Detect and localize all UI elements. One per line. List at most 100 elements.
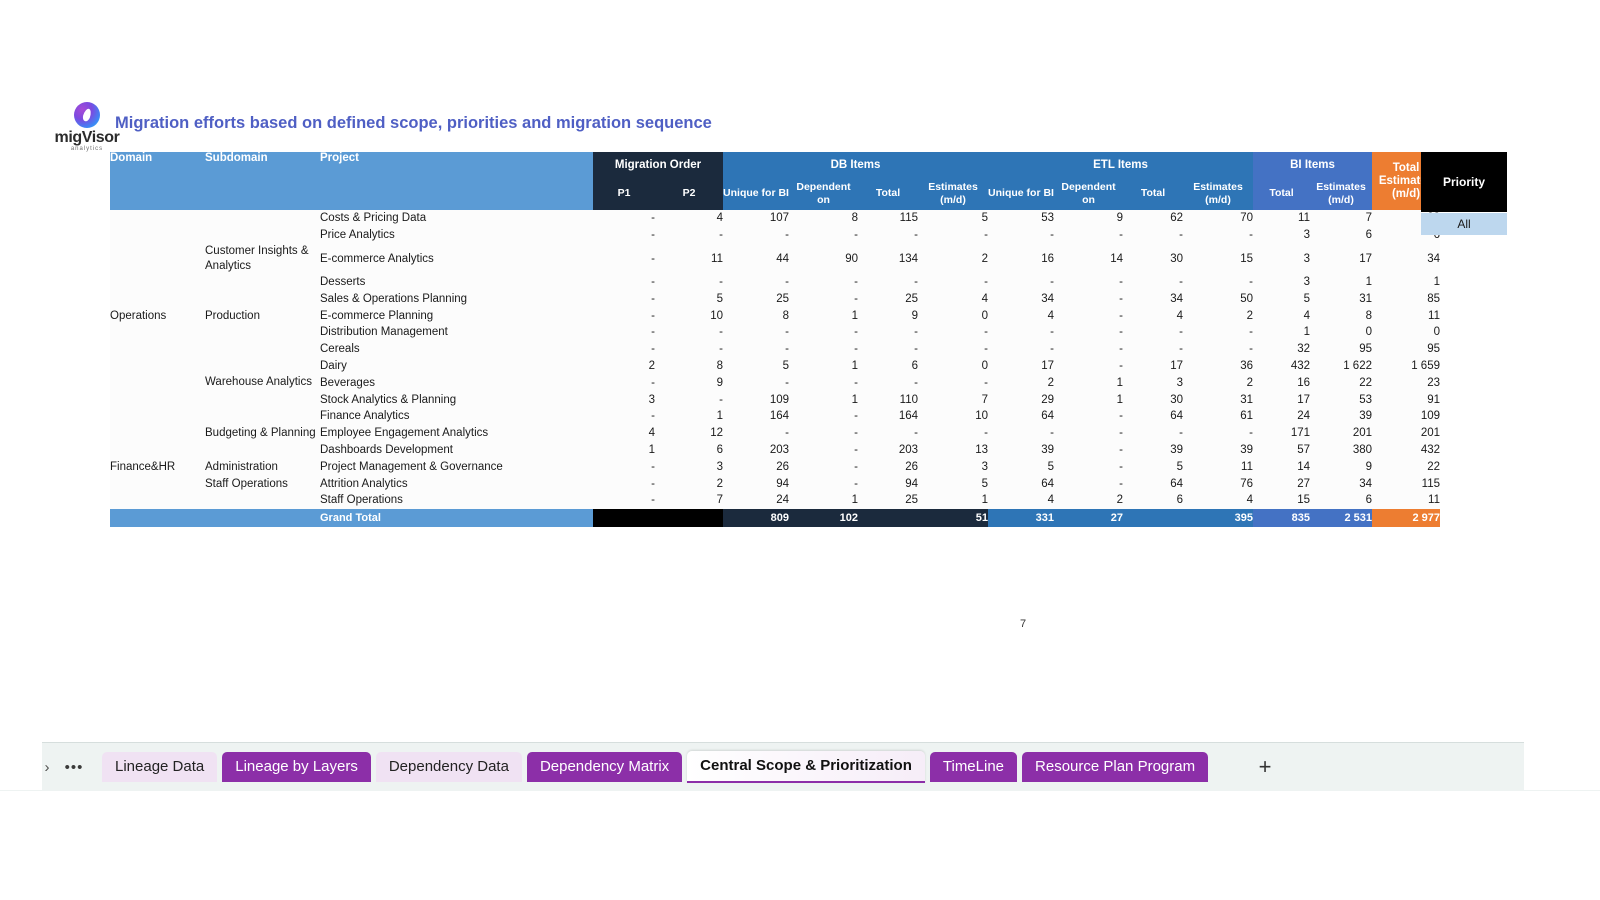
- cell-bi-est: 9: [1310, 458, 1372, 476]
- subheader-bi-total: Total: [1253, 177, 1310, 210]
- cell-p1: 3: [593, 391, 655, 408]
- sheet-tab-dependency-matrix[interactable]: Dependency Matrix: [526, 752, 683, 782]
- cell-p1: -: [593, 374, 655, 392]
- cell-bi-total: 11: [1253, 210, 1310, 227]
- cell-bi-total: 4: [1253, 307, 1310, 324]
- cell-etl-est: 70: [1183, 210, 1253, 227]
- cell-bi-total: 16: [1253, 374, 1310, 392]
- table-row: Dairy 2 8 5 1 6 0 17-17 36 432 1 622 1 659: [110, 357, 1440, 375]
- cell-total-est: 95: [1372, 340, 1440, 358]
- cell-etl-est: 50: [1183, 290, 1253, 308]
- cell-db-unique: -: [723, 424, 789, 442]
- cell-etl-unique: 64: [988, 407, 1054, 425]
- cell-total-est: 201: [1372, 424, 1440, 442]
- header-domain[interactable]: Domain: [110, 152, 205, 210]
- cell-etl-total: -: [1123, 226, 1183, 244]
- cell-etl-unique: 29: [988, 391, 1054, 408]
- table-row: Staff Operations Attrition Analytics -2 94-…: [110, 475, 1440, 492]
- grand-total-db-unique: 809: [723, 508, 789, 527]
- cell-project: Dashboards Development: [320, 441, 593, 459]
- header-subdomain[interactable]: Subdomain: [205, 152, 320, 210]
- cell-domain: [110, 340, 205, 358]
- cell-total-est: 22: [1372, 458, 1440, 476]
- grand-total-bi-total: 835: [1253, 508, 1310, 527]
- cell-db-unique: -: [723, 374, 789, 392]
- cell-bi-total: 17: [1253, 391, 1310, 408]
- cell-bi-total: 57: [1253, 441, 1310, 459]
- cell-domain: [110, 226, 205, 244]
- cell-etl-dep: 2: [1054, 491, 1123, 509]
- cell-domain: [110, 374, 205, 392]
- cell-etl-est: -: [1183, 323, 1253, 341]
- cell-subdomain: [205, 407, 320, 425]
- sheet-tab-lineage-data[interactable]: Lineage Data: [102, 752, 218, 782]
- cell-p1: -: [593, 491, 655, 509]
- sheet-tab-dependency-data[interactable]: Dependency Data: [375, 752, 522, 782]
- cell-subdomain: [205, 357, 320, 375]
- ellipsis-icon[interactable]: •••: [60, 754, 88, 780]
- add-sheet-button[interactable]: +: [1243, 752, 1287, 782]
- cell-db-unique: 109: [723, 391, 789, 408]
- cell-db-total: 6: [858, 357, 918, 375]
- grand-total-etl-unique: 331: [988, 508, 1054, 527]
- priority-slicer-title: Priority: [1421, 152, 1507, 212]
- cell-db-total: 164: [858, 407, 918, 425]
- cell-project: Staff Operations: [320, 491, 593, 509]
- group-header-db-items: DB Items: [723, 152, 988, 177]
- slide-number: 7: [1020, 618, 1027, 630]
- sheet-tab-central-scope-prioritization[interactable]: Central Scope & Prioritization: [687, 751, 925, 783]
- cell-db-dep: -: [789, 290, 858, 308]
- cell-subdomain: [205, 340, 320, 358]
- cell-subdomain: Warehouse Analytics: [205, 374, 320, 392]
- cell-p2: 7: [655, 491, 723, 509]
- cell-project: Desserts: [320, 273, 593, 291]
- table-row: Finance Analytics -1 164-164 10 64-64 61 24 39 1…: [110, 407, 1440, 425]
- cell-db-est: 0: [918, 307, 988, 324]
- cell-subdomain: Staff Operations: [205, 475, 320, 492]
- sheet-tab-timeline[interactable]: TimeLine: [929, 752, 1018, 782]
- cell-etl-unique: 64: [988, 475, 1054, 492]
- cell-etl-est: 36: [1183, 357, 1253, 375]
- priority-slicer-item-all[interactable]: All: [1421, 213, 1507, 235]
- cell-bi-total: 32: [1253, 340, 1310, 358]
- cell-db-est: 7: [918, 391, 988, 408]
- table-row: Dashboards Development 1 6 203-203 13 39-39 39…: [110, 441, 1440, 459]
- cell-db-dep: 8: [789, 210, 858, 227]
- subheader-db-estimates: Estimates (m/d): [918, 177, 988, 210]
- cell-bi-est: 6: [1310, 491, 1372, 509]
- cell-etl-dep: -: [1054, 226, 1123, 244]
- cell-etl-est: -: [1183, 226, 1253, 244]
- header-project[interactable]: Project: [320, 152, 593, 210]
- grand-total-label: Grand Total: [320, 508, 593, 527]
- cell-bi-est: 380: [1310, 441, 1372, 459]
- cell-project: Dairy: [320, 357, 593, 375]
- cell-total-est: 109: [1372, 407, 1440, 425]
- cell-domain: [110, 290, 205, 308]
- cell-etl-total: 62: [1123, 210, 1183, 227]
- cell-p2: 1: [655, 407, 723, 425]
- sheet-tab-lineage-by-layers[interactable]: Lineage by Layers: [222, 752, 371, 782]
- subheader-p1: P1: [593, 177, 655, 210]
- cell-db-total: 115: [858, 210, 918, 227]
- cell-db-dep: -: [789, 475, 858, 492]
- cell-db-unique: 164: [723, 407, 789, 425]
- cell-etl-dep: -: [1054, 273, 1123, 291]
- cell-p2: 3: [655, 458, 723, 476]
- cell-total-est: 23: [1372, 374, 1440, 392]
- cell-subdomain: [205, 210, 320, 227]
- cell-bi-est: 1 622: [1310, 357, 1372, 375]
- table-row: Operations Production E-commerce Planning -…: [110, 307, 1440, 324]
- cell-db-est: 3: [918, 458, 988, 476]
- table-row: Warehouse Analytics Beverages -9- - - -2 1 3 2 16…: [110, 374, 1440, 392]
- cell-db-total: -: [858, 273, 918, 291]
- priority-slicer: Priority All: [1421, 152, 1507, 235]
- cell-project: E-commerce Analytics: [320, 243, 593, 274]
- cell-db-est: -: [918, 374, 988, 392]
- cell-etl-dep: -: [1054, 458, 1123, 476]
- sheet-tab-bar: ‹ › ••• Lineage DataLineage by LayersDep…: [0, 742, 1600, 791]
- cell-domain: [110, 441, 205, 459]
- cell-db-total: -: [858, 226, 918, 244]
- cell-db-dep: 1: [789, 391, 858, 408]
- subheader-db-unique-for-bi: Unique for BI: [723, 177, 789, 210]
- sheet-tab-resource-plan-program[interactable]: Resource Plan Program: [1022, 752, 1209, 782]
